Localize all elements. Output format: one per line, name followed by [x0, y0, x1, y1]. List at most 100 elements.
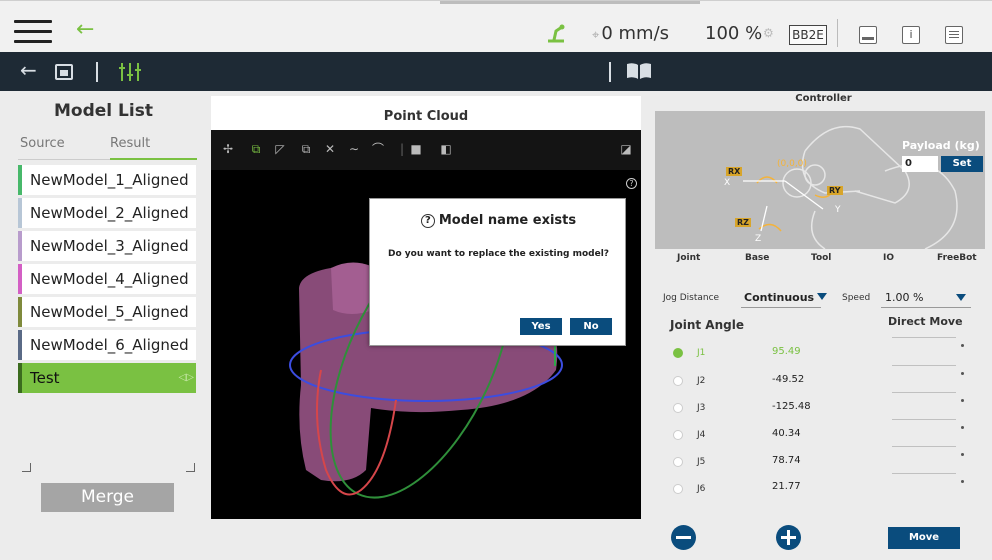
info-icon[interactable]: i: [902, 26, 920, 44]
joint-name-j2: J2: [697, 376, 706, 386]
joint-radio-j3[interactable]: [673, 403, 683, 413]
book-icon[interactable]: [626, 62, 652, 80]
robot-arm-illustration: [743, 125, 958, 250]
model-item-4[interactable]: NewModel_4_Aligned: [18, 264, 196, 294]
tab-underline: [18, 159, 110, 160]
payload-input[interactable]: 0: [902, 156, 938, 172]
crop-icon[interactable]: ◸: [273, 142, 287, 156]
jog-minus-button[interactable]: [671, 525, 696, 550]
model-item-3[interactable]: NewModel_3_Aligned: [18, 231, 196, 261]
delete-selection-icon[interactable]: ✕: [323, 142, 337, 156]
model-color-bar: [18, 165, 22, 195]
joint-value-j5: 78.74: [772, 455, 801, 466]
speed-dropdown-arrow-icon[interactable]: [956, 294, 966, 301]
model-color-bar: [18, 330, 22, 360]
curve-icon[interactable]: ⌒: [371, 142, 385, 156]
direct-move-dot: [961, 453, 964, 456]
joint-radio-j6[interactable]: [673, 484, 683, 494]
payload-label: Payload (kg): [902, 139, 980, 152]
copy-icon[interactable]: ⧉: [299, 142, 313, 156]
speed-readout: ⌖ 0 mm/s: [592, 23, 669, 44]
model-label: NewModel_2_Aligned: [30, 204, 189, 222]
no-button[interactable]: No: [570, 318, 612, 335]
app-window: ← ⌖ 0 mm/s 100 % ⚙ BB2E i ← Model List S…: [0, 0, 992, 560]
yes-button[interactable]: Yes: [520, 318, 562, 335]
move-button[interactable]: Move: [888, 527, 960, 549]
dialog-title-text: Model name exists: [438, 213, 577, 228]
direct-move-dot: [961, 372, 964, 375]
joint-radio-j1[interactable]: [673, 348, 683, 358]
merge-button[interactable]: Merge: [41, 483, 174, 512]
jog-underline: [741, 307, 821, 308]
axis-label-rx: RX: [726, 167, 743, 176]
direct-move-field-j3[interactable]: [892, 392, 956, 393]
tab-base[interactable]: Base: [745, 253, 769, 263]
speed-select[interactable]: 1.00 %: [885, 291, 923, 304]
point-cloud-title: Point Cloud: [211, 96, 641, 130]
model-color-bar: [18, 264, 22, 294]
speed-select-value: 1.00 %: [885, 291, 924, 304]
jog-plus-button[interactable]: [776, 525, 801, 550]
tab-io[interactable]: IO: [883, 253, 894, 263]
window-icon[interactable]: [859, 26, 877, 44]
robot-diagram: RX X (0,0,0) RY Y RZ Z Payload (kg) 0 Se…: [655, 111, 985, 250]
device-badge[interactable]: BB2E: [789, 25, 827, 45]
notes-icon[interactable]: [945, 26, 963, 44]
axis-label-y: Y: [835, 205, 841, 215]
controller-title: Controller: [795, 93, 852, 104]
select-box-icon[interactable]: ⧉: [249, 142, 263, 156]
direct-move-heading: Direct Move: [888, 315, 963, 328]
drag-handle-icon[interactable]: ◁▷: [179, 363, 194, 393]
pick-point-icon[interactable]: ✢: [221, 142, 235, 156]
axis-label-z: Z: [755, 234, 762, 244]
joint-name-j5: J5: [697, 457, 706, 467]
nav-divider: [96, 62, 98, 82]
top-strip: [440, 1, 700, 4]
tab-joint[interactable]: Joint: [677, 253, 700, 263]
speed-label: Speed: [842, 293, 871, 303]
cube-view-icon[interactable]: ◧: [439, 142, 453, 156]
joint-radio-j5[interactable]: [673, 457, 683, 467]
point-size-icon[interactable]: ■: [409, 142, 423, 156]
joint-radio-j4[interactable]: [673, 430, 683, 440]
direct-move-field-j4[interactable]: [892, 419, 956, 420]
tab-result[interactable]: Result: [110, 136, 150, 151]
model-item-5[interactable]: NewModel_5_Aligned: [18, 297, 196, 327]
model-item-2[interactable]: NewModel_2_Aligned: [18, 198, 196, 228]
controller-panel: Controller RX X (0,0,0) RY Y RZ Z Payloa…: [655, 91, 992, 560]
tab-source[interactable]: Source: [20, 136, 65, 151]
back-arrow-icon[interactable]: ←: [76, 19, 94, 41]
speed-gauge-icon: ⌖: [592, 28, 600, 43]
jog-distance-label: Jog Distance: [663, 293, 720, 303]
direct-move-field-j5[interactable]: [892, 446, 956, 447]
nav-back-icon[interactable]: ←: [20, 58, 37, 82]
model-item-1[interactable]: NewModel_1_Aligned: [18, 165, 196, 195]
speed-value: 0 mm/s: [601, 23, 670, 44]
model-label: NewModel_1_Aligned: [30, 171, 189, 189]
view-options-icon[interactable]: ◪: [619, 142, 633, 156]
direct-move-field-j2[interactable]: [892, 365, 956, 366]
folder-icon[interactable]: [55, 64, 73, 80]
joint-value-j3: -125.48: [772, 401, 811, 412]
direct-move-field-j1[interactable]: [892, 337, 956, 338]
tab-freebot[interactable]: FreeBot: [937, 253, 977, 263]
payload-set-button[interactable]: Set: [941, 156, 983, 172]
model-item-test[interactable]: Test ◁▷: [18, 363, 196, 393]
toolbar-divider: [837, 19, 838, 47]
jog-distance-select[interactable]: Continuous: [744, 291, 828, 304]
joint-value-j2: -49.52: [772, 374, 805, 385]
direct-move-dot: [961, 399, 964, 402]
joint-radio-j2[interactable]: [673, 376, 683, 386]
sliders-icon[interactable]: [118, 62, 142, 82]
robot-arm-icon[interactable]: [545, 23, 567, 43]
speed-percent: 100 %: [705, 23, 763, 44]
smooth-icon[interactable]: ∼: [347, 142, 361, 156]
resize-corner-left-icon: [22, 463, 31, 472]
model-item-6[interactable]: NewModel_6_Aligned: [18, 330, 196, 360]
hamburger-menu-icon[interactable]: [14, 20, 52, 43]
question-icon: ?: [420, 214, 435, 228]
direct-move-field-j6[interactable]: [892, 473, 956, 474]
tab-tool[interactable]: Tool: [811, 253, 831, 263]
direct-move-dot: [961, 480, 964, 483]
model-label: NewModel_4_Aligned: [30, 270, 189, 288]
